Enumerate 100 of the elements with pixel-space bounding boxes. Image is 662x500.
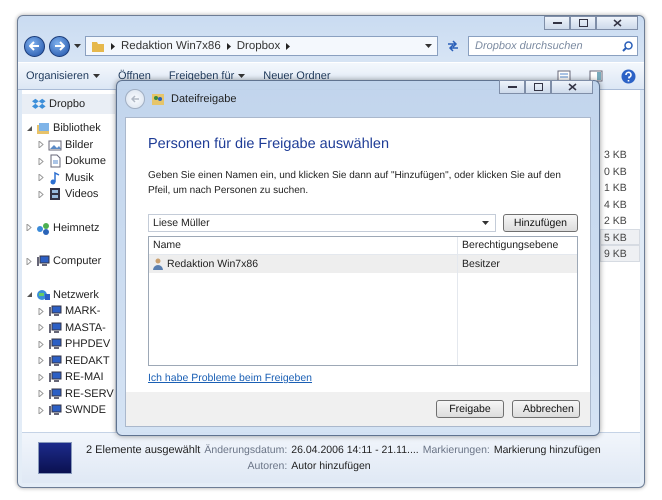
computer-icon <box>48 304 62 318</box>
maximize-button[interactable] <box>525 80 551 94</box>
tree-item[interactable]: Netzwerk <box>22 286 99 303</box>
property-value[interactable]: 26.04.2006 14:11 - 21.11.... <box>291 444 419 456</box>
homegroup-icon <box>36 220 50 235</box>
computer-icon <box>48 354 62 368</box>
chevron-icon <box>111 42 115 50</box>
breadcrumb[interactable]: Redaktion Win7x86 <box>121 40 221 52</box>
name-combobox[interactable]: Liese Müller <box>148 214 496 232</box>
file-size[interactable]: 4 KB <box>600 196 640 212</box>
tree-item[interactable]: RE-SERV <box>22 386 114 402</box>
chevron-icon <box>226 42 231 50</box>
favorite-item[interactable]: Dropbo <box>22 94 115 114</box>
tree-item[interactable]: Bilder <box>22 136 94 153</box>
people-icon <box>151 92 165 106</box>
minimize-button[interactable] <box>499 80 525 94</box>
file-size[interactable]: 0 KB <box>600 162 640 179</box>
dropbox-icon <box>32 97 46 111</box>
expander-icon <box>38 357 45 364</box>
tree-item[interactable]: Dokume <box>22 153 106 170</box>
history-caret-icon <box>74 44 81 48</box>
expander-icon <box>38 158 45 165</box>
toolbar-button[interactable]: Öffnen <box>118 70 151 82</box>
refresh-icon <box>446 40 460 52</box>
tree-item[interactable]: MASTA- <box>22 320 106 336</box>
computer-icon <box>48 320 62 335</box>
toolbar-button[interactable]: Freigeben für <box>168 70 246 82</box>
search-field[interactable]: Dropbox durchsuchen <box>468 36 638 56</box>
expander-icon <box>38 174 45 182</box>
tree-item[interactable]: MARK- <box>22 303 100 320</box>
computer-icon <box>48 370 62 384</box>
document-icon <box>48 154 62 168</box>
expander-icon <box>38 190 45 198</box>
close-icon <box>612 19 622 27</box>
arrow-right-icon <box>54 41 65 51</box>
expander-icon <box>38 374 45 381</box>
minimize-button[interactable] <box>544 16 570 30</box>
arrow-left-icon <box>130 95 140 103</box>
tree-item[interactable]: PHPDEV <box>22 336 110 352</box>
tree-item[interactable]: Musik <box>22 170 94 186</box>
caret-icon <box>238 74 246 78</box>
dialog-title: Dateifreigabe <box>171 93 236 105</box>
minimize-icon <box>508 86 516 88</box>
document-thumbnail <box>38 442 72 474</box>
user-icon <box>153 258 163 270</box>
caret-icon <box>425 44 432 48</box>
file-size[interactable]: 3 KB <box>600 146 640 162</box>
file-size[interactable]: 2 KB <box>600 212 640 228</box>
tree-item[interactable]: Computer <box>22 253 102 270</box>
file-size[interactable]: 1 KB <box>600 179 640 196</box>
breadcrumb[interactable]: Dropbox <box>236 40 280 52</box>
back-button[interactable] <box>24 36 45 56</box>
close-icon <box>568 83 576 91</box>
table-cell: Redaktion Win7x86 <box>149 255 457 273</box>
dialog-button[interactable]: Abbrechen <box>512 400 580 418</box>
close-button[interactable] <box>596 16 638 30</box>
computer-icon <box>36 254 50 268</box>
tree-item[interactable]: Videos <box>22 186 98 202</box>
help-link[interactable]: Ich habe Probleme beim Freigeben <box>148 372 312 384</box>
property-label: Autoren: <box>246 460 288 472</box>
expander-icon <box>38 340 45 348</box>
search-icon <box>622 40 633 52</box>
maximize-button[interactable] <box>570 16 596 30</box>
tree-item[interactable]: REDAKT <box>22 352 110 369</box>
minimize-icon <box>552 22 562 24</box>
expander-icon <box>38 141 45 148</box>
expander-icon <box>38 324 45 332</box>
file-size[interactable]: 9 KB <box>600 245 640 262</box>
view-options-icon[interactable] <box>557 70 571 82</box>
tree-item[interactable]: SWNDE <box>22 402 106 418</box>
forward-button[interactable] <box>49 36 70 56</box>
computer-icon <box>48 403 62 418</box>
music-note-icon <box>48 170 62 185</box>
expander-icon <box>38 308 45 315</box>
file-size[interactable]: 5 KB <box>600 228 640 245</box>
help-icon[interactable] <box>621 68 636 84</box>
expander-icon <box>38 390 45 398</box>
dialog-heading: Personen für die Freigabe auswählen <box>148 136 390 152</box>
picture-icon <box>48 138 62 152</box>
dialog-button[interactable]: Freigabe <box>436 400 504 418</box>
tree-item[interactable]: RE-MAI <box>22 369 104 386</box>
tree-item[interactable]: Heimnetz <box>22 220 100 236</box>
network-icon <box>36 288 50 302</box>
expander-icon <box>26 291 33 298</box>
address-bar[interactable]: Redaktion Win7x86 Dropbox <box>85 36 438 56</box>
instructions-text: Geben Sie einen Namen ein, und klicken Sie dann auf "Hinzufügen", oder klicken Sie auf den Pfeil, um nach Personen zu suchen. <box>148 169 562 198</box>
preview-pane-icon[interactable] <box>589 70 603 82</box>
property-label: Änderungsdatum: <box>204 444 288 456</box>
add-button[interactable]: Hinzufügen <box>502 214 578 232</box>
property-value[interactable]: Autor hinzufügen <box>291 460 419 472</box>
toolbar-button[interactable]: Organisieren <box>26 70 100 82</box>
close-button[interactable] <box>551 80 593 94</box>
computer-icon <box>48 337 62 352</box>
expander-icon <box>26 124 33 132</box>
expander-icon <box>38 406 45 414</box>
tree-item[interactable]: Bibliothek <box>22 120 101 136</box>
expander-icon <box>26 224 33 232</box>
toolbar-button[interactable]: Neuer Ordner <box>263 70 331 82</box>
property-value[interactable]: Markierung hinzufügen <box>494 444 601 456</box>
maximize-icon <box>578 19 588 27</box>
